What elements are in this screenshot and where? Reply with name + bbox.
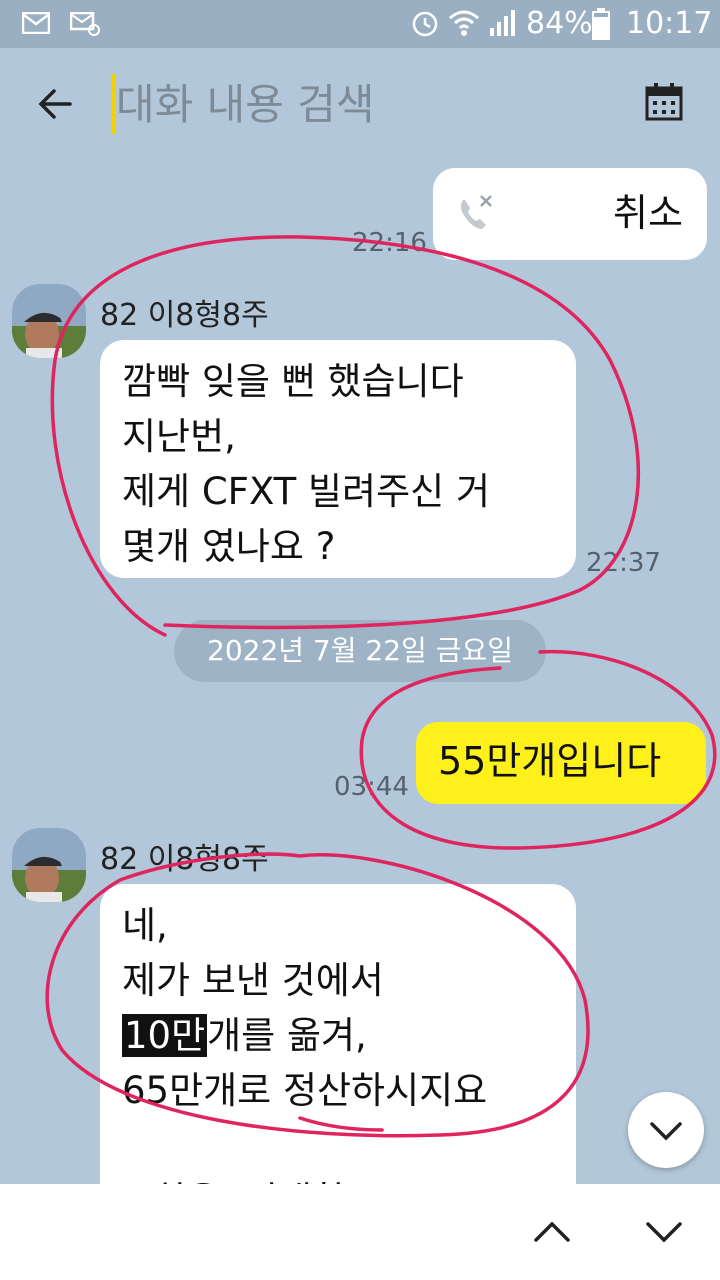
clock: 10:17 — [626, 6, 713, 41]
avatar[interactable] — [12, 284, 86, 358]
message-time: 03:44 — [334, 772, 409, 802]
message-line: 네, — [122, 904, 168, 947]
message-line: 깜빡 잊을 뻔 했습니다 — [122, 360, 464, 403]
chevron-down-icon — [650, 1122, 682, 1141]
battery-percent: 84% — [526, 6, 593, 41]
message-time: 22:16 — [352, 228, 427, 258]
sender-name: 82 이8형8주 — [100, 298, 269, 333]
avatar[interactable] — [12, 828, 86, 902]
message-text: 55만개입니다 — [438, 739, 662, 783]
chevron-up-icon[interactable] — [522, 1202, 582, 1262]
missed-call-icon — [460, 195, 492, 229]
message-bubble[interactable]: 깜빡 잊을 뻔 했습니다 지난번, 제게 CFXT 빌려주신 거 몇개 였나요 … — [100, 340, 576, 578]
chat-search-input[interactable] — [112, 74, 598, 134]
chat-search-header — [0, 48, 720, 160]
sender-name: 82 이8형8주 — [100, 842, 269, 877]
message-bubble[interactable]: 네, 제가 보낸 것에서 10만개를 옮겨, 65만개로 정산하시지요 * 최운… — [100, 884, 576, 1224]
message-time: 22:37 — [586, 548, 661, 578]
message-line: 지난번, — [122, 415, 236, 458]
call-cancel-bubble[interactable]: 취소 — [433, 168, 707, 260]
message-line: 몇개 였나요 ? — [122, 525, 336, 568]
message-line: 제게 CFXT 빌려주신 거 — [122, 470, 490, 513]
calendar-icon[interactable] — [644, 82, 684, 122]
message-line: 제가 보낸 것에서 — [122, 959, 384, 1002]
signal-icon — [490, 10, 515, 36]
chevron-down-icon[interactable] — [634, 1202, 694, 1262]
message-line: 10만개를 옮겨, — [122, 1014, 367, 1057]
wifi-icon — [449, 10, 479, 36]
highlighted-text: 10만 — [122, 1014, 208, 1057]
call-cancel-label: 취소 — [613, 191, 683, 235]
gmail-icon — [22, 12, 50, 34]
status-bar: 84% 10:17 — [0, 0, 720, 48]
scroll-down-button[interactable] — [628, 1092, 704, 1168]
email-icon — [70, 12, 100, 36]
battery-icon — [592, 8, 610, 40]
message-line: 65만개로 정산하시지요 — [122, 1069, 488, 1112]
date-divider: 2022년 7월 22일 금요일 — [174, 620, 546, 682]
arrow-left-icon[interactable] — [30, 78, 82, 130]
alarm-icon — [412, 11, 438, 37]
search-result-nav — [0, 1184, 720, 1280]
my-message-bubble[interactable]: 55만개입니다 — [416, 722, 706, 804]
